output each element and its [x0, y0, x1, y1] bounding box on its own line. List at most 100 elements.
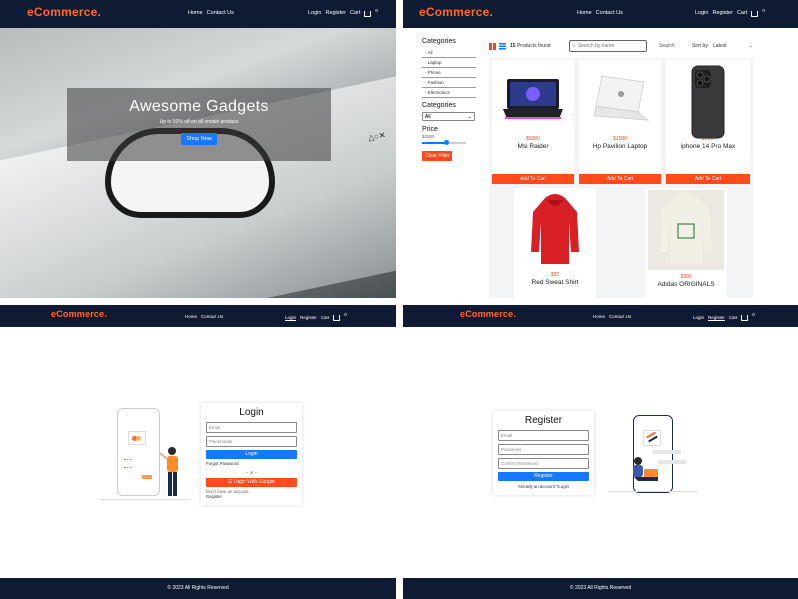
hero-subtitle: Up to 50% off on all onsale producs [159, 119, 239, 125]
search-label: Search [659, 43, 675, 49]
nav-register[interactable]: Register [300, 315, 317, 320]
sort-value: Latest [713, 43, 727, 49]
nav-cart[interactable]: Cart [737, 10, 747, 16]
product-card[interactable]: $1500 Hp Pavilion Laptop Add To Cart [579, 60, 661, 184]
product-card[interactable]: $32 Red Sweat Shirt [514, 188, 596, 298]
password-dots-icon [124, 467, 132, 469]
category-all[interactable]: - All [422, 48, 476, 58]
cart-icon[interactable] [333, 315, 341, 321]
password-field[interactable]: Password [498, 444, 589, 455]
cart-icon[interactable] [751, 11, 759, 17]
shop-now-button[interactable]: Shop Now [181, 133, 217, 145]
login-link[interactable]: Already an account ?Login [498, 484, 589, 489]
navbar: eCommerce. Home Contact Us Login Registe… [403, 0, 798, 28]
add-to-cart-button[interactable]: Add To Cart [579, 174, 661, 184]
product-price: $300 [680, 274, 692, 280]
nav-cart[interactable]: Cart [321, 315, 330, 320]
login-title: Login [239, 407, 264, 418]
navbar: eCommerce. Home Contact Us Login Registe… [0, 0, 396, 28]
nav-home[interactable]: Home [593, 314, 605, 319]
navbar: eCommerce. Home Contact Us Login Registe… [0, 305, 396, 327]
confirm-password-field[interactable]: Confirm Password [498, 458, 589, 469]
nav-account: Login Register Cart 0 [693, 312, 755, 321]
search-icon: ⌕ [573, 43, 576, 49]
nav-contact[interactable]: Contact Us [201, 314, 223, 319]
nav-register[interactable]: Register [712, 10, 732, 16]
password-field[interactable]: Placeholder [206, 436, 297, 447]
list-view-icon[interactable] [499, 43, 506, 50]
cart-icon[interactable] [741, 315, 749, 321]
category-laptop[interactable]: - Laptop [422, 58, 476, 68]
search-placeholder: Search by name [577, 43, 615, 49]
register-form: Register Email Password Confirm Password… [493, 411, 594, 495]
nav-contact[interactable]: Contact Us [207, 10, 234, 16]
category-select[interactable]: All ⌄ [422, 112, 475, 121]
categories-heading: Categories [422, 38, 456, 45]
product-card[interactable]: $1500 iphone 14 Pro Max Add To Cart [666, 60, 750, 184]
add-to-cart-button[interactable]: Add To Cart [492, 174, 574, 184]
price-slider[interactable] [422, 140, 466, 145]
category-phone[interactable]: - Phone [422, 68, 476, 78]
nav-register[interactable]: Register [325, 10, 345, 16]
product-name: Adidas ORIGINALS [657, 281, 715, 288]
price-value: $3000 [422, 134, 435, 139]
product-name: Hp Pavilion Laptop [592, 143, 648, 150]
price-slider-handle[interactable] [443, 140, 449, 145]
login-button[interactable]: Login [206, 450, 297, 459]
email-field[interactable]: Email [206, 422, 297, 433]
brand-logo[interactable]: eCommerce. [419, 5, 493, 19]
chart-card-illustration [643, 430, 661, 446]
nav-home[interactable]: Home [577, 10, 592, 16]
nav-register[interactable]: Register [708, 315, 725, 320]
login-form: Login Email Placeholder Login Forgot Pas… [201, 403, 302, 505]
nav-links: Home Contact Us [188, 10, 234, 16]
brand-logo[interactable]: eCommerce. [460, 309, 516, 319]
product-card[interactable]: $5000 Msi Raider Add To Cart [492, 60, 574, 184]
register-button[interactable]: Register [498, 472, 589, 481]
add-to-cart-button[interactable]: Add To Cart [666, 174, 750, 184]
nav-links: Home Contact Us [593, 314, 631, 319]
forgot-password-link[interactable]: Forgot Password [206, 461, 297, 466]
nav-login[interactable]: Login [308, 10, 321, 16]
sort-label: Sort by: [692, 43, 710, 49]
category-electronics[interactable]: - Electronics [422, 88, 476, 98]
email-field[interactable]: Email [498, 430, 589, 441]
clear-filter-button[interactable]: Clear Filter [422, 151, 453, 161]
nav-account: Login Register Cart 0 [308, 8, 378, 17]
phone-illustration [117, 408, 160, 496]
nav-home[interactable]: Home [185, 314, 197, 319]
register-link[interactable]: Register [206, 494, 297, 499]
product-image [673, 60, 743, 140]
product-price: $1500 [613, 136, 627, 142]
home-screen: eCommerce. Home Contact Us Login Registe… [0, 0, 396, 298]
nav-account: Login Register Cart 0 [285, 312, 347, 321]
product-image [585, 60, 655, 132]
card-illustration [128, 431, 146, 445]
nav-contact[interactable]: Contact Us [596, 10, 623, 16]
nav-login[interactable]: Login [695, 10, 708, 16]
category-fashion[interactable]: - Fashion [422, 78, 476, 88]
ground-line [608, 491, 698, 492]
brand-logo[interactable]: eCommerce. [51, 309, 107, 319]
product-image [525, 188, 585, 268]
google-login-button[interactable]: G Login With Google [206, 478, 297, 487]
nav-home[interactable]: Home [188, 10, 203, 16]
product-image [498, 60, 568, 132]
product-card[interactable]: $300 Adidas ORIGINALS [645, 188, 727, 298]
nav-cart[interactable]: Cart [350, 10, 360, 16]
nav-contact[interactable]: Contact Us [609, 314, 631, 319]
hero-overlay: Awesome Gadgets Up to 50% off on all ons… [67, 88, 331, 161]
nav-cart[interactable]: Cart [729, 315, 738, 320]
search-input[interactable]: ⌕ Search by name [569, 40, 647, 52]
nav-login[interactable]: Login [693, 315, 704, 320]
register-screen: eCommerce. Home Contact Us Login Registe… [403, 305, 798, 599]
grid-view-icon[interactable] [489, 43, 496, 50]
cart-icon[interactable] [364, 11, 372, 17]
product-price: $5000 [526, 136, 540, 142]
nav-login[interactable]: Login [285, 315, 296, 320]
sort-select[interactable]: Latest ⌄ [713, 43, 753, 49]
product-name: Msi Raider [517, 143, 549, 150]
hero-title: Awesome Gadgets [129, 98, 269, 115]
brand-logo[interactable]: eCommerce. [27, 5, 101, 19]
footer: © 2023 All Rights Reserved [0, 578, 396, 599]
